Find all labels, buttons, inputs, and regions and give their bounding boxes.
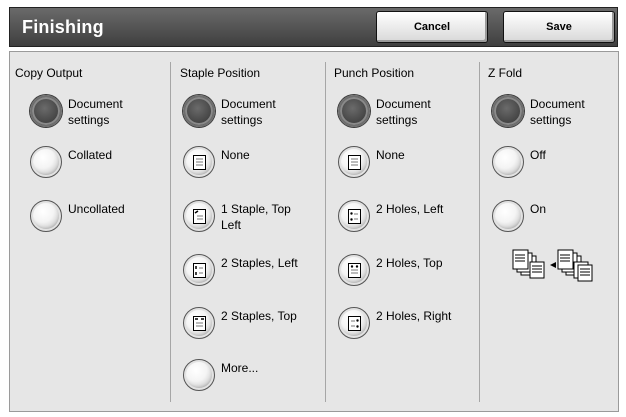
staple-1-top-left-option[interactable]: 1 Staple, Top Left bbox=[183, 200, 313, 233]
radio-button[interactable] bbox=[183, 359, 215, 391]
radio-button-selected[interactable] bbox=[492, 95, 524, 127]
punch-right-icon bbox=[348, 316, 361, 331]
page-blank-icon bbox=[348, 155, 361, 170]
option-label: Off bbox=[530, 148, 546, 162]
option-label: Document settings bbox=[68, 97, 123, 127]
radio-button[interactable] bbox=[30, 200, 62, 232]
z-fold-on-option[interactable]: On bbox=[492, 200, 622, 232]
radio-button[interactable] bbox=[338, 200, 370, 232]
staple-more-option[interactable]: More... bbox=[183, 359, 313, 391]
option-label: None bbox=[221, 148, 250, 162]
finishing-options-panel: Copy Output Document settings Collated U… bbox=[9, 51, 619, 412]
radio-button[interactable] bbox=[338, 146, 370, 178]
staple-left-icon bbox=[193, 263, 206, 278]
option-label: 2 Staples, Left bbox=[221, 256, 298, 270]
option-label: Uncollated bbox=[68, 202, 125, 216]
cancel-button[interactable]: Cancel bbox=[376, 11, 488, 43]
radio-button[interactable] bbox=[492, 200, 524, 232]
option-label: Document settings bbox=[530, 97, 585, 127]
copy-output-collated-option[interactable]: Collated bbox=[30, 146, 160, 178]
radio-button-selected[interactable] bbox=[338, 95, 370, 127]
punch-position-heading: Punch Position bbox=[334, 66, 415, 80]
punch-2-holes-top-option[interactable]: 2 Holes, Top bbox=[338, 254, 468, 286]
option-label: 1 Staple, Top Left bbox=[221, 202, 291, 232]
finishing-screen: Finishing Cancel Save Copy Output Docume… bbox=[0, 0, 626, 417]
z-fold-illustration-icon bbox=[512, 249, 593, 282]
punch-2-holes-right-option[interactable]: 2 Holes, Right bbox=[338, 307, 468, 339]
page-title: Finishing bbox=[22, 17, 104, 37]
z-fold-document-settings-option[interactable]: Document settings bbox=[492, 95, 622, 128]
radio-button[interactable] bbox=[183, 254, 215, 286]
radio-button-selected[interactable] bbox=[30, 95, 62, 127]
z-fold-off-option[interactable]: Off bbox=[492, 146, 622, 178]
option-label: On bbox=[530, 202, 547, 216]
column-divider bbox=[325, 62, 326, 402]
option-label: Document settings bbox=[221, 97, 276, 127]
staple-2-top-option[interactable]: 2 Staples, Top bbox=[183, 307, 313, 339]
staple-top-left-icon bbox=[193, 209, 206, 224]
option-label: 2 Holes, Left bbox=[376, 202, 444, 216]
option-label: Collated bbox=[68, 148, 113, 162]
option-label: 2 Holes, Right bbox=[376, 309, 452, 323]
radio-button[interactable] bbox=[183, 200, 215, 232]
column-divider bbox=[170, 62, 171, 402]
radio-button[interactable] bbox=[338, 307, 370, 339]
page-blank-icon bbox=[193, 155, 206, 170]
option-label: More... bbox=[221, 361, 259, 375]
option-label: None bbox=[376, 148, 405, 162]
copy-output-document-settings-option[interactable]: Document settings bbox=[30, 95, 160, 128]
title-bar: Finishing Cancel Save bbox=[9, 7, 618, 47]
z-fold-heading: Z Fold bbox=[488, 66, 523, 80]
option-label: 2 Holes, Top bbox=[376, 256, 443, 270]
option-label: 2 Staples, Top bbox=[221, 309, 297, 323]
radio-button[interactable] bbox=[183, 146, 215, 178]
punch-none-option[interactable]: None bbox=[338, 146, 468, 178]
copy-output-uncollated-option[interactable]: Uncollated bbox=[30, 200, 160, 232]
radio-button-selected[interactable] bbox=[183, 95, 215, 127]
punch-left-icon bbox=[348, 209, 361, 224]
punch-top-icon bbox=[348, 263, 361, 278]
column-divider bbox=[479, 62, 480, 402]
radio-button[interactable] bbox=[30, 146, 62, 178]
radio-button[interactable] bbox=[492, 146, 524, 178]
staple-2-left-option[interactable]: 2 Staples, Left bbox=[183, 254, 313, 286]
punch-2-holes-left-option[interactable]: 2 Holes, Left bbox=[338, 200, 468, 232]
option-label: Document settings bbox=[376, 97, 431, 127]
radio-button[interactable] bbox=[338, 254, 370, 286]
punch-document-settings-option[interactable]: Document settings bbox=[338, 95, 468, 128]
staple-none-option[interactable]: None bbox=[183, 146, 313, 178]
save-button[interactable]: Save bbox=[503, 11, 615, 43]
staple-document-settings-option[interactable]: Document settings bbox=[183, 95, 313, 128]
staple-top-icon bbox=[193, 316, 206, 331]
radio-button[interactable] bbox=[183, 307, 215, 339]
staple-position-heading: Staple Position bbox=[180, 66, 261, 80]
copy-output-heading: Copy Output bbox=[15, 66, 83, 80]
